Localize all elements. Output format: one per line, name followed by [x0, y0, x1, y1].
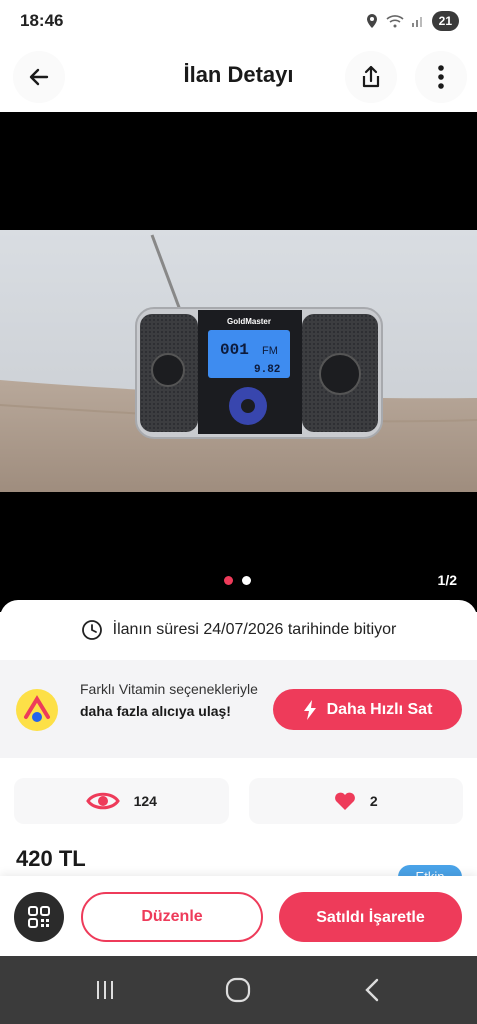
back-chevron-icon	[365, 978, 379, 1002]
lightning-icon	[303, 699, 316, 720]
fast-sell-label: Daha Hızlı Sat	[326, 700, 433, 718]
radio-brand-text: GoldMaster	[227, 317, 271, 326]
pagination-dot[interactable]	[242, 576, 251, 585]
listing-photo[interactable]: GoldMaster 001 FM 9.82	[0, 230, 477, 492]
promo-text-bold: daha fazla alıcıya ulaş!	[80, 703, 231, 719]
signal-icon	[411, 17, 422, 27]
listing-price: 420 TL	[16, 846, 86, 871]
promo-banner: Farklı Vitamin seçenekleriyle daha fazla…	[0, 660, 477, 758]
photo-gallery[interactable]: GoldMaster 001 FM 9.82 1/2	[0, 112, 477, 612]
location-icon	[366, 14, 377, 28]
recent-apps-icon	[97, 981, 113, 999]
qr-code-icon	[28, 906, 50, 928]
photo-counter: 1/2	[437, 572, 457, 588]
mark-sold-button[interactable]: Satıldı İşaretle	[279, 892, 462, 942]
expiry-text: İlanın süresi 24/07/2026 tarihinde bitiy…	[112, 621, 397, 638]
favorites-stat: 2	[248, 778, 463, 824]
pagination-dot-active[interactable]	[224, 576, 233, 585]
home-button[interactable]	[218, 974, 258, 1006]
radio-display-band: FM	[262, 345, 278, 357]
fast-sell-button[interactable]: Daha Hızlı Sat	[273, 689, 462, 730]
home-icon	[225, 977, 251, 1003]
promo-text: Farklı Vitamin seçenekleriyle daha fazla…	[80, 678, 265, 722]
expiry-row: İlanın süresi 24/07/2026 tarihinde bitiy…	[0, 600, 477, 660]
favorites-count: 2	[369, 793, 378, 809]
radio-display-frequency: 9.82	[254, 364, 280, 376]
views-stat: 124	[14, 778, 229, 824]
stats-row: 124 2	[14, 778, 463, 824]
radio-photo-image: GoldMaster 001 FM 9.82	[0, 230, 477, 492]
radio-display-channel: 001	[220, 341, 249, 359]
back-nav-button[interactable]	[352, 974, 392, 1006]
clock-icon	[81, 620, 102, 640]
bottom-action-bar: Düzenle Satıldı İşaretle	[0, 876, 477, 956]
system-navigation-bar	[0, 956, 477, 1024]
promo-text-prefix: Farklı Vitamin seçenekleriyle	[80, 681, 258, 697]
edit-button[interactable]: Düzenle	[81, 892, 263, 942]
views-count: 124	[133, 793, 157, 809]
eye-icon	[85, 792, 120, 810]
recent-apps-button[interactable]	[85, 974, 125, 1006]
more-vertical-icon	[438, 65, 444, 89]
wifi-icon	[386, 15, 404, 28]
vitamin-badge-icon	[16, 689, 58, 731]
app-bar: İlan Detayı	[0, 42, 477, 112]
battery-icon: 21	[431, 11, 459, 31]
more-options-button[interactable]	[415, 51, 467, 103]
status-icons: 21	[365, 10, 459, 32]
qr-code-button[interactable]	[14, 892, 64, 942]
status-bar: 18:46 21	[0, 0, 477, 42]
page-title: İlan Detayı	[183, 62, 294, 87]
status-time: 18:46	[20, 11, 64, 30]
share-button[interactable]	[345, 51, 397, 103]
photo-pagination	[224, 576, 251, 585]
heart-icon	[334, 792, 355, 810]
share-icon	[362, 65, 380, 88]
